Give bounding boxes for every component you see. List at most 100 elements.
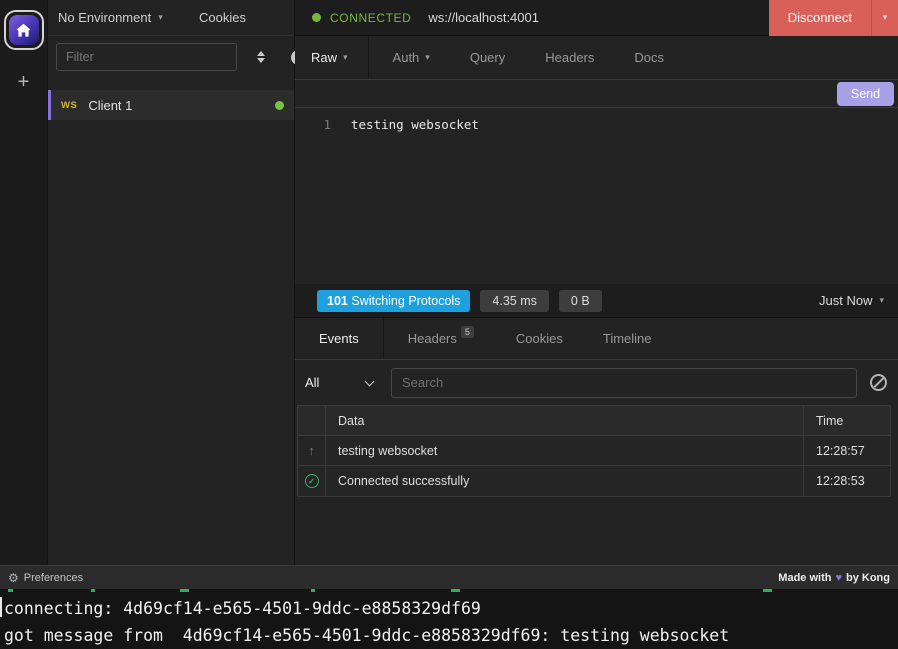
chevron-down-icon: ▾: [343, 53, 348, 62]
event-data-cell: Connected successfully: [326, 466, 804, 496]
data-column-header: Data: [326, 406, 804, 435]
disconnect-button[interactable]: Disconnect: [769, 0, 871, 36]
tab-body-raw[interactable]: Raw ▾: [295, 36, 368, 79]
event-data-cell: testing websocket: [326, 436, 804, 465]
response-meta-bar: 101 Switching Protocols 4.35 ms 0 B Just…: [295, 284, 898, 318]
time-column-header: Time: [804, 406, 890, 435]
response-status-badge: 101 Switching Protocols: [317, 290, 470, 312]
event-time-cell: 12:28:57: [804, 436, 890, 465]
cookies-button[interactable]: Cookies: [199, 10, 246, 25]
chevron-down-icon: ▾: [158, 13, 163, 22]
events-search-input[interactable]: [391, 368, 857, 398]
environment-label: No Environment: [58, 10, 151, 25]
check-circle-icon: ✓: [305, 474, 319, 488]
terminal-cursor: [0, 597, 2, 617]
made-with-kong-link[interactable]: Made with ♥ by Kong: [778, 572, 890, 584]
terminal-line: connecting: 4d69cf14-e565-4501-9ddc-e885…: [4, 595, 898, 622]
icon-column-header: [298, 406, 326, 435]
sort-button[interactable]: [253, 47, 269, 67]
event-time-cell: 12:28:53: [804, 466, 890, 496]
tab-label: Docs: [634, 50, 664, 65]
events-table: Data Time ↑ testing websocket 12:28:57 ✓…: [297, 405, 891, 497]
request-tabs: Raw ▾ Auth ▾ Query Headers Docs: [295, 36, 898, 80]
environment-dropdown[interactable]: No Environment ▾: [58, 10, 199, 25]
chevron-down-icon: ▾: [425, 53, 430, 62]
disconnect-dropdown-button[interactable]: ▾: [871, 0, 898, 36]
arrow-up-icon: ↑: [308, 443, 315, 458]
tab-label: Timeline: [603, 331, 652, 346]
app-status-bar: ⚙ Preferences Made with ♥ by Kong: [0, 565, 898, 589]
tab-auth[interactable]: Auth ▾: [369, 36, 450, 79]
tab-response-cookies[interactable]: Cookies: [496, 318, 583, 359]
tab-query[interactable]: Query: [450, 36, 525, 79]
clipped-log-fragment: [180, 589, 189, 592]
websocket-url-input[interactable]: ws://localhost:4001: [428, 10, 768, 25]
preferences-button[interactable]: ⚙ Preferences: [8, 572, 83, 584]
tab-response-headers[interactable]: Headers 5: [384, 318, 496, 359]
terminal-line: got message from 4d69cf14-e565-4501-9ddc…: [4, 622, 898, 649]
chevron-down-icon: ▾: [879, 296, 884, 305]
home-button[interactable]: [4, 10, 44, 50]
empty-area: [295, 497, 898, 565]
table-row[interactable]: ↑ testing websocket 12:28:57: [298, 436, 890, 466]
tab-label: Raw: [311, 50, 337, 65]
preferences-label: Preferences: [24, 572, 83, 584]
sidebar-item-client-1[interactable]: WS Client 1: [48, 90, 294, 120]
made-with-label: Made with: [778, 572, 831, 584]
workspace: + No Environment ▾ Cookies + ▾: [0, 0, 898, 565]
send-row: Send: [295, 80, 898, 108]
status-text: Switching Protocols: [351, 294, 460, 308]
terminal-window: connecting: 4d69cf14-e565-4501-9ddc-e885…: [0, 589, 898, 649]
sort-down-icon: [257, 58, 265, 63]
response-history-dropdown[interactable]: Just Now ▾: [819, 293, 884, 308]
send-button[interactable]: Send: [837, 82, 894, 106]
table-row[interactable]: ✓ Connected successfully 12:28:53: [298, 466, 890, 496]
event-type-select[interactable]: All: [305, 375, 377, 390]
heart-icon: ♥: [835, 572, 842, 584]
sidebar-filter-input[interactable]: [56, 43, 237, 71]
tab-events[interactable]: Events: [295, 318, 383, 359]
ws-method-tag: WS: [61, 100, 77, 111]
editor-content[interactable]: testing websocket: [351, 117, 479, 284]
response-duration-badge: 4.35 ms: [480, 290, 548, 312]
event-icon-cell: ↑: [298, 436, 326, 465]
recency-label: Just Now: [819, 293, 872, 308]
tab-label: Cookies: [516, 331, 563, 346]
sidebar-filter-row: + ▾: [48, 36, 294, 78]
gear-icon: ⚙: [8, 572, 19, 584]
table-header-row: Data Time: [298, 406, 890, 436]
status-code: 101: [327, 294, 348, 308]
sidebar-top-bar: No Environment ▾ Cookies: [48, 0, 294, 36]
response-size-badge: 0 B: [559, 290, 602, 312]
home-icon: [15, 22, 32, 39]
by-kong-label: by Kong: [846, 572, 890, 584]
tab-label: Query: [470, 50, 505, 65]
response-tabs: Events Headers 5 Cookies Timeline: [295, 318, 898, 360]
event-icon-cell: ✓: [298, 466, 326, 496]
events-filter-row: All: [295, 360, 898, 405]
home-button-face[interactable]: [9, 15, 39, 45]
message-editor[interactable]: 1 testing websocket: [295, 108, 898, 284]
connection-bar: CONNECTED ws://localhost:4001 Disconnect…: [295, 0, 898, 36]
editor-line-number: 1: [295, 117, 339, 284]
clipped-log-fragment: [91, 589, 95, 592]
clipped-log-fragment: [8, 589, 13, 592]
clear-events-icon[interactable]: [870, 374, 887, 391]
sort-up-icon: [257, 51, 265, 56]
client-name: Client 1: [88, 98, 264, 113]
tab-timeline[interactable]: Timeline: [583, 318, 672, 359]
main-pane: CONNECTED ws://localhost:4001 Disconnect…: [295, 0, 898, 565]
clipped-log-fragment: [311, 589, 315, 592]
tab-label: Auth: [393, 50, 420, 65]
tab-label: Headers: [545, 50, 594, 65]
new-project-button[interactable]: +: [18, 72, 30, 92]
chevron-down-icon: ▾: [883, 13, 888, 22]
clipped-log-fragment: [451, 589, 460, 592]
sidebar: No Environment ▾ Cookies + ▾ WS Client 1: [48, 0, 295, 565]
event-type-value: All: [305, 375, 319, 390]
connected-dot-icon: [312, 13, 321, 22]
client-connected-dot: [275, 101, 284, 110]
tab-headers[interactable]: Headers: [525, 36, 614, 79]
insomnia-app-window: + No Environment ▾ Cookies + ▾: [0, 0, 898, 649]
tab-docs[interactable]: Docs: [614, 36, 684, 79]
